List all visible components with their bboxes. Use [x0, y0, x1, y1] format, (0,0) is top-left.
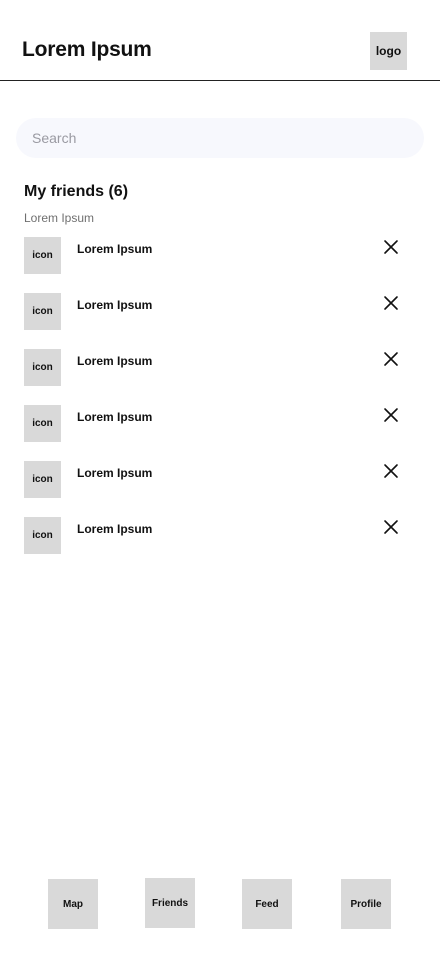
app-header: Lorem Ipsum logo [0, 0, 440, 80]
remove-friend-button[interactable] [381, 293, 401, 313]
page-title: Lorem Ipsum [22, 38, 152, 61]
friend-row[interactable]: icon Lorem Ipsum [0, 461, 440, 517]
nav-feed-button[interactable]: Feed [242, 879, 292, 929]
header-divider [0, 80, 440, 81]
friend-name: Lorem Ipsum [77, 410, 153, 424]
close-icon [384, 408, 398, 422]
friend-name: Lorem Ipsum [77, 466, 153, 480]
friend-avatar-icon: icon [24, 461, 61, 498]
friend-list: icon Lorem Ipsum icon Lorem Ipsum icon L… [0, 237, 440, 573]
friend-row[interactable]: icon Lorem Ipsum [0, 349, 440, 405]
bottom-nav: Map Friends Feed Profile [0, 870, 440, 940]
friend-row[interactable]: icon Lorem Ipsum [0, 405, 440, 461]
nav-map-button[interactable]: Map [48, 879, 98, 929]
close-icon [384, 240, 398, 254]
friend-row[interactable]: icon Lorem Ipsum [0, 237, 440, 293]
friend-row[interactable]: icon Lorem Ipsum [0, 517, 440, 573]
remove-friend-button[interactable] [381, 517, 401, 537]
friend-row[interactable]: icon Lorem Ipsum [0, 293, 440, 349]
remove-friend-button[interactable] [381, 461, 401, 481]
remove-friend-button[interactable] [381, 405, 401, 425]
friend-avatar-icon: icon [24, 293, 61, 330]
close-icon [384, 352, 398, 366]
friend-name: Lorem Ipsum [77, 242, 153, 256]
friend-name: Lorem Ipsum [77, 354, 153, 368]
close-icon [384, 296, 398, 310]
search-input[interactable] [16, 118, 424, 158]
remove-friend-button[interactable] [381, 237, 401, 257]
friend-name: Lorem Ipsum [77, 298, 153, 312]
close-icon [384, 520, 398, 534]
friend-avatar-icon: icon [24, 405, 61, 442]
nav-profile-button[interactable]: Profile [341, 879, 391, 929]
friends-section-subtitle: Lorem Ipsum [24, 211, 95, 225]
close-icon [384, 464, 398, 478]
logo: logo [370, 32, 407, 70]
friend-avatar-icon: icon [24, 237, 61, 274]
friend-avatar-icon: icon [24, 349, 61, 386]
friend-name: Lorem Ipsum [77, 522, 153, 536]
friend-avatar-icon: icon [24, 517, 61, 554]
friends-section-title: My friends (6) [24, 183, 129, 200]
remove-friend-button[interactable] [381, 349, 401, 369]
nav-friends-button[interactable]: Friends [145, 878, 195, 928]
